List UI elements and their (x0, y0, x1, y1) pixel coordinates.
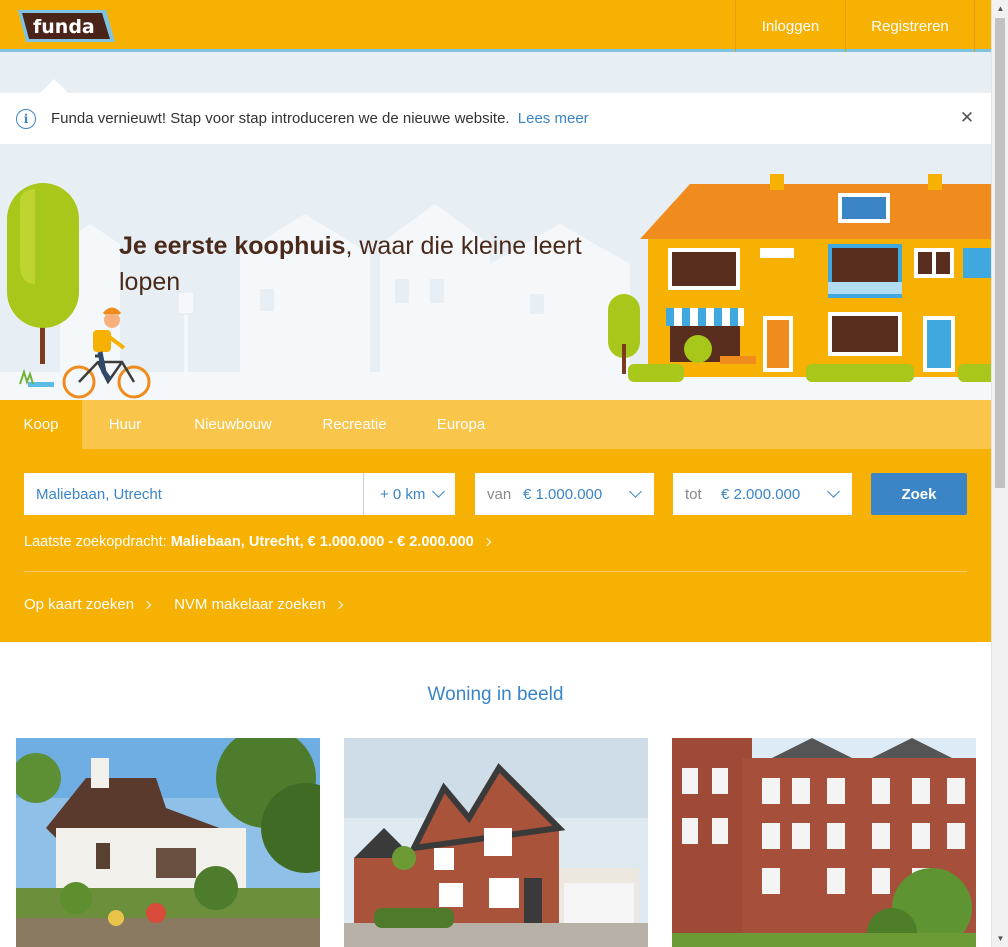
scrollbar-thumb[interactable] (995, 18, 1005, 488)
chevron-down-icon (629, 485, 642, 498)
price-from-select[interactable]: van € 1.000.000 (475, 473, 654, 515)
scroll-down-icon[interactable]: ▼ (992, 930, 1008, 947)
search-tabs: Koop Huur Nieuwbouw Recreatie Europa (0, 400, 991, 449)
page: funda Inloggen Registreren i Funda verni… (0, 0, 991, 947)
featured-homes-section: Woning in beeld (0, 642, 991, 947)
notice-bar: i Funda vernieuwt! Stap voor stap introd… (0, 93, 991, 144)
notice-text: Funda vernieuwt! Stap voor stap introduc… (51, 110, 589, 127)
chevron-down-icon (827, 485, 840, 498)
search-extra-links: Op kaart zoeken NVM makelaar zoeken (24, 596, 344, 613)
search-button[interactable]: Zoek (871, 473, 967, 515)
notice-caret (40, 79, 68, 93)
nvm-agent-search-label: NVM makelaar zoeken (174, 596, 326, 613)
tab-recreatie[interactable]: Recreatie (298, 400, 411, 449)
last-search-value: Maliebaan, Utrecht, € 1.000.000 - € 2.00… (170, 534, 474, 550)
funda-logo[interactable]: funda (16, 8, 116, 44)
info-icon: i (16, 108, 36, 129)
hero-headline-bold: Je eerste koophuis (119, 232, 346, 260)
price-to-prefix: tot (685, 485, 702, 503)
hero-banner: Je eerste koophuis, waar die kleine leer… (0, 144, 991, 400)
featured-home-photo-1[interactable] (16, 738, 320, 947)
featured-home-photo-2[interactable] (344, 738, 648, 947)
price-from-value: € 1.000.000 (523, 485, 603, 503)
register-link[interactable]: Registreren (845, 0, 975, 52)
last-search-label: Laatste zoekopdracht: (24, 534, 167, 550)
nvm-agent-search-link[interactable]: NVM makelaar zoeken (174, 596, 344, 613)
price-to-select[interactable]: tot € 2.000.000 (673, 473, 852, 515)
page-scrollbar[interactable]: ▲ ▼ (991, 0, 1008, 947)
chevron-right-icon (482, 537, 492, 547)
featured-homes-list (16, 738, 976, 947)
logo-text: funda (33, 16, 95, 38)
last-search-link[interactable]: Laatste zoekopdracht: Maliebaan, Utrecht… (24, 534, 492, 550)
radius-select[interactable]: + 0 km (363, 473, 455, 515)
map-search-label: Op kaart zoeken (24, 596, 135, 613)
price-to-value: € 2.000.000 (721, 485, 801, 503)
hero-headline: Je eerste koophuis, waar die kleine leer… (119, 228, 599, 300)
search-form: Maliebaan, Utrecht + 0 km van € 1.000.00… (24, 473, 967, 515)
tab-europa[interactable]: Europa (411, 400, 511, 449)
chevron-right-icon (142, 600, 152, 609)
radius-value: + 0 km (380, 485, 426, 503)
chevron-down-icon (432, 485, 445, 498)
map-search-link[interactable]: Op kaart zoeken (24, 596, 152, 613)
location-input[interactable]: Maliebaan, Utrecht (24, 473, 364, 515)
header-nav: Inloggen Registreren (735, 0, 975, 52)
chevron-right-icon (334, 600, 344, 609)
notice-area: i Funda vernieuwt! Stap voor stap introd… (0, 52, 991, 144)
featured-homes-title: Woning in beeld (427, 684, 564, 705)
tab-huur[interactable]: Huur (82, 400, 168, 449)
tab-koop[interactable]: Koop (0, 400, 82, 449)
scroll-up-icon[interactable]: ▲ (992, 0, 1008, 17)
notice-message: Funda vernieuwt! Stap voor stap introduc… (51, 110, 510, 127)
featured-home-photo-3[interactable] (672, 738, 976, 947)
search-panel: Koop Huur Nieuwbouw Recreatie Europa Mal… (0, 400, 991, 642)
divider (24, 571, 967, 572)
tab-nieuwbouw[interactable]: Nieuwbouw (168, 400, 298, 449)
site-header: funda Inloggen Registreren (0, 0, 991, 52)
login-link[interactable]: Inloggen (735, 0, 845, 52)
read-more-link[interactable]: Lees meer (518, 110, 589, 127)
close-icon[interactable]: ✕ (959, 109, 975, 126)
price-from-prefix: van (487, 485, 512, 503)
